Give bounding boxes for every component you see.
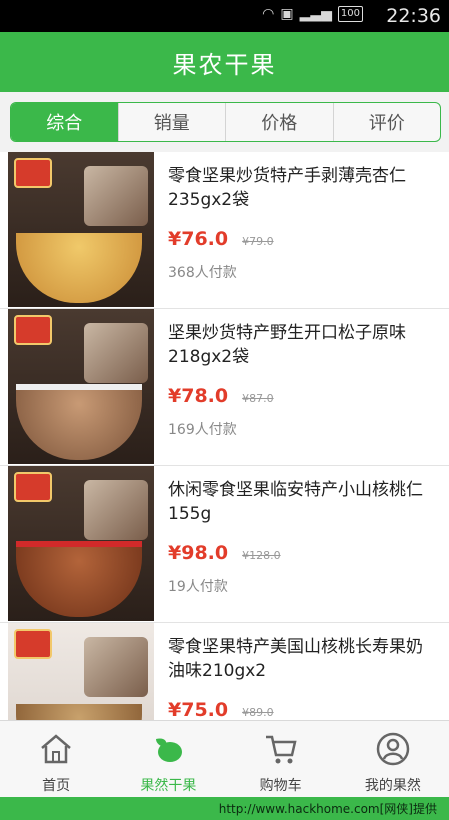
nav-profile[interactable]: 我的果然	[337, 721, 449, 797]
package-image	[84, 637, 148, 697]
sort-tabs: 综合 销量 价格 评价	[10, 102, 441, 142]
product-name: 坚果炒货特产野生开口松子原味218gx2袋	[168, 323, 406, 367]
original-price: ¥87.0	[242, 392, 274, 405]
status-bar: ◠ ▣ ▂▃▅ 100 22:36	[0, 0, 449, 32]
nut-leaf-icon	[148, 729, 188, 769]
page-title: 果农干果	[0, 32, 449, 92]
price-row: ¥98.0 ¥128.0	[168, 542, 439, 564]
pine-nut-bowl	[16, 384, 142, 460]
price-row: ¥78.0 ¥87.0	[168, 385, 439, 407]
product-image	[8, 623, 154, 720]
price-row: ¥75.0 ¥89.0	[168, 699, 439, 720]
package-image	[84, 166, 148, 226]
paid-count: 169人付款	[168, 422, 237, 438]
price-row: ¥76.0 ¥79.0	[168, 228, 439, 250]
paid-count: 368人付款	[168, 265, 237, 281]
brand-logo	[14, 472, 52, 502]
product-price: ¥78.0	[168, 385, 229, 407]
product-price: ¥76.0	[168, 228, 229, 250]
nav-cart-label: 购物车	[259, 778, 302, 794]
nav-home-label: 首页	[42, 778, 71, 794]
brand-logo	[14, 158, 52, 188]
nav-nuts[interactable]: 果然干果	[112, 721, 224, 797]
sim-icon: ▣	[280, 6, 294, 22]
nav-profile-label: 我的果然	[364, 778, 421, 794]
cart-icon	[261, 729, 301, 769]
status-icons: ◠ ▣ ▂▃▅ 100	[262, 6, 363, 22]
home-icon	[36, 729, 76, 769]
product-info: 零食坚果炒货特产手剥薄壳杏仁235gx2袋 ¥76.0 ¥79.0 368人付款	[168, 164, 439, 282]
product-list: 零食坚果炒货特产手剥薄壳杏仁235gx2袋 ¥76.0 ¥79.0 368人付款…	[0, 152, 449, 720]
apricot-bowl	[16, 233, 142, 303]
paid-count: 19人付款	[168, 579, 228, 595]
status-time: 22:36	[386, 5, 441, 27]
sort-tabs-bar: 综合 销量 价格 评价	[0, 92, 449, 153]
nav-nuts-label: 果然干果	[140, 778, 197, 794]
watermark: http://www.hackhome.com[网侠]提供	[0, 797, 449, 820]
walnut-bowl	[16, 541, 142, 617]
tab-price[interactable]: 价格	[225, 103, 333, 141]
original-price: ¥79.0	[242, 235, 274, 248]
product-name: 休闲零食坚果临安特产小山核桃仁155g	[168, 480, 423, 524]
product-image	[8, 466, 154, 621]
bottom-nav: 首页 果然干果 购物车 我的果然	[0, 720, 449, 797]
signal-icon: ▂▃▅	[299, 6, 332, 22]
original-price: ¥89.0	[242, 706, 274, 719]
pecan-bowl	[16, 704, 142, 720]
wifi-icon: ◠	[262, 6, 275, 22]
product-item[interactable]: 休闲零食坚果临安特产小山核桃仁155g ¥98.0 ¥128.0 19人付款	[0, 466, 449, 623]
product-price: ¥98.0	[168, 542, 229, 564]
product-price: ¥75.0	[168, 699, 229, 720]
brand-logo	[14, 629, 52, 659]
product-name: 零食坚果特产美国山核桃长寿果奶油味210gx2	[168, 637, 423, 681]
profile-icon	[373, 729, 413, 769]
product-info: 零食坚果特产美国山核桃长寿果奶油味210gx2 ¥75.0 ¥89.0	[168, 635, 439, 720]
brand-logo	[14, 315, 52, 345]
product-image	[8, 152, 154, 307]
product-info: 休闲零食坚果临安特产小山核桃仁155g ¥98.0 ¥128.0 19人付款	[168, 478, 439, 596]
tab-overall[interactable]: 综合	[11, 103, 118, 141]
product-item[interactable]: 坚果炒货特产野生开口松子原味218gx2袋 ¥78.0 ¥87.0 169人付款	[0, 309, 449, 466]
product-image	[8, 309, 154, 464]
battery-icon: 100	[337, 6, 363, 22]
package-image	[84, 323, 148, 383]
nav-home[interactable]: 首页	[0, 721, 112, 797]
package-image	[84, 480, 148, 540]
nav-cart[interactable]: 购物车	[225, 721, 337, 797]
product-info: 坚果炒货特产野生开口松子原味218gx2袋 ¥78.0 ¥87.0 169人付款	[168, 321, 439, 439]
tab-rating[interactable]: 评价	[332, 103, 441, 141]
product-item[interactable]: 零食坚果炒货特产手剥薄壳杏仁235gx2袋 ¥76.0 ¥79.0 368人付款	[0, 152, 449, 309]
app-screen: 果农干果 综合 销量 价格 评价 零食坚果炒货特产手剥薄壳杏仁235gx2袋 ¥…	[0, 32, 449, 797]
product-name: 零食坚果炒货特产手剥薄壳杏仁235gx2袋	[168, 166, 406, 210]
tab-sales[interactable]: 销量	[117, 103, 226, 141]
product-item[interactable]: 零食坚果特产美国山核桃长寿果奶油味210gx2 ¥75.0 ¥89.0	[0, 623, 449, 720]
original-price: ¥128.0	[242, 549, 281, 562]
